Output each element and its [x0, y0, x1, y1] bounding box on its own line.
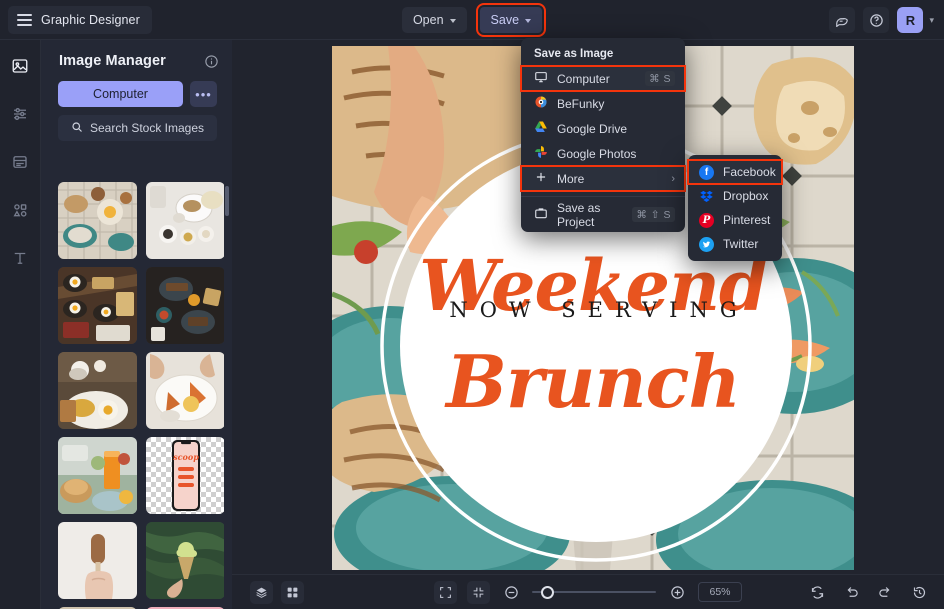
save-menu-heading: Save as Image	[534, 48, 614, 60]
rail-item-image-manager[interactable]	[6, 52, 34, 80]
menu-item-shortcut: ⌘ S	[645, 71, 675, 86]
google-photos-icon	[534, 145, 548, 162]
pinterest-icon: P	[699, 212, 714, 228]
thumbnail-scoop-phone-mockup[interactable]: scoop	[146, 437, 224, 514]
thumbnail-chocolate-popsicle[interactable]	[58, 522, 137, 599]
open-label: Open	[412, 13, 444, 27]
menu-item-save-as-project[interactable]: Save as Project ⌘ ⇧ S	[521, 200, 685, 229]
bottom-bar-right	[806, 581, 930, 603]
submenu-item-facebook[interactable]: f Facebook	[687, 159, 783, 185]
app-title: Graphic Designer	[41, 12, 140, 27]
monitor-icon	[534, 70, 548, 87]
chevron-down-icon	[525, 18, 532, 23]
zoom-slider-handle[interactable]	[541, 585, 554, 599]
thumbnail-full-english-platter[interactable]	[58, 267, 137, 344]
bottom-bar: 65%	[232, 574, 944, 609]
submenu-item-pinterest[interactable]: P Pinterest	[688, 208, 782, 232]
dropbox-icon	[699, 189, 714, 204]
rail-item-text[interactable]	[6, 244, 34, 272]
menu-item-computer[interactable]: Computer ⌘ S	[520, 65, 686, 92]
search-stock-images-input[interactable]: Search Stock Images	[58, 115, 217, 141]
thumbnail-brunch-table-spread[interactable]	[58, 182, 137, 259]
panel-body: Computer ••• Search Stock Images	[41, 69, 232, 141]
save-label: Save	[490, 13, 520, 27]
menu-item-google-drive[interactable]: Google Drive	[521, 116, 685, 141]
chevron-right-icon: ›	[671, 172, 675, 185]
computer-button[interactable]: Computer	[58, 81, 183, 107]
bottom-bar-left	[250, 580, 304, 604]
facebook-icon: f	[699, 164, 714, 180]
zoom-level-value[interactable]: 65%	[698, 582, 742, 602]
app-root: Graphic Designer Open Save R ▾ Image Man…	[0, 0, 944, 609]
panel-scrollbar[interactable]	[225, 186, 229, 216]
image-manager-panel: Image Manager Computer ••• Search Stock …	[41, 40, 232, 609]
fit-screen-icon[interactable]	[434, 580, 457, 604]
rail-item-templates[interactable]	[6, 148, 34, 176]
menu-item-befunky[interactable]: BeFunky	[521, 91, 685, 116]
rail-item-edit-adjust[interactable]	[6, 100, 34, 128]
save-dropdown-menu: Save as Image Computer ⌘ S BeFunky Googl…	[520, 38, 686, 232]
zoom-out-icon[interactable]	[500, 581, 522, 603]
befunky-logo-icon	[534, 95, 548, 112]
info-icon[interactable]	[204, 54, 219, 69]
menu-item-label: Save as Project	[557, 200, 601, 229]
top-bar-right: R ▾	[829, 0, 934, 40]
thumbnail-brunch-buffet-juice[interactable]	[58, 437, 137, 514]
menu-item-google-photos[interactable]: Google Photos	[521, 141, 685, 166]
rail-item-graphics[interactable]	[6, 196, 34, 224]
share-submenu: f Facebook Dropbox P Pinterest Twitter	[687, 155, 783, 261]
thumbnail-matcha-soft-serve[interactable]	[146, 522, 224, 599]
menu-item-more[interactable]: More ›	[520, 165, 686, 192]
menu-item-label: BeFunky	[557, 96, 605, 111]
zoom-in-icon[interactable]	[666, 581, 688, 603]
undo-icon[interactable]	[840, 581, 862, 603]
submenu-item-label: Dropbox	[723, 189, 769, 203]
layers-icon[interactable]	[250, 580, 273, 604]
grid-icon[interactable]	[281, 580, 304, 604]
tool-rail	[0, 40, 41, 609]
briefcase-icon	[534, 206, 548, 223]
source-button-row: Computer •••	[58, 81, 217, 107]
save-button[interactable]: Save	[475, 3, 547, 37]
submenu-item-label: Facebook	[723, 165, 776, 179]
search-placeholder: Search Stock Images	[89, 121, 205, 135]
google-drive-icon	[534, 120, 548, 137]
top-bar: Graphic Designer Open Save R ▾	[0, 0, 944, 40]
menu-divider	[521, 196, 685, 197]
twitter-icon	[699, 236, 714, 252]
page-title: Image Manager	[59, 53, 166, 69]
more-sources-button[interactable]: •••	[190, 81, 217, 107]
zoom-slider[interactable]	[532, 585, 656, 599]
help-circle-icon[interactable]	[863, 7, 890, 33]
reset-icon[interactable]	[806, 581, 828, 603]
avatar[interactable]: R	[897, 7, 924, 33]
chevron-down-icon	[449, 18, 456, 23]
thumbnail-white-marble-breakfast[interactable]	[146, 182, 224, 259]
search-icon	[71, 121, 83, 136]
account-chevron-down-icon[interactable]: ▾	[929, 15, 934, 26]
thumbnail-eggs-benedict-plate[interactable]	[58, 352, 137, 429]
open-button[interactable]: Open	[401, 7, 467, 33]
panel-header: Image Manager	[41, 40, 232, 69]
thumbnail-dark-slate-brunch[interactable]	[146, 267, 224, 344]
submenu-item-dropbox[interactable]: Dropbox	[688, 184, 782, 208]
stock-thumbnail-grid: scoop	[58, 182, 224, 609]
comment-icon[interactable]	[829, 7, 856, 33]
svg-text:scoop: scoop	[173, 452, 199, 462]
app-menu-button[interactable]: Graphic Designer	[8, 5, 152, 34]
submenu-item-label: Pinterest	[723, 213, 771, 227]
menu-item-label: Computer	[557, 71, 610, 86]
hamburger-icon	[17, 13, 32, 26]
menu-item-label: More	[557, 171, 585, 186]
expand-icon[interactable]	[467, 580, 490, 604]
menu-item-label: Google Photos	[557, 146, 637, 161]
submenu-item-label: Twitter	[723, 237, 759, 251]
thumbnail-hands-breakfast-plate[interactable]	[146, 352, 224, 429]
menu-item-shortcut: ⌘ ⇧ S	[632, 207, 675, 222]
history-icon[interactable]	[908, 581, 930, 603]
plus-icon	[534, 170, 548, 187]
redo-icon[interactable]	[874, 581, 896, 603]
menu-item-label: Google Drive	[557, 121, 628, 136]
submenu-item-twitter[interactable]: Twitter	[688, 232, 782, 256]
